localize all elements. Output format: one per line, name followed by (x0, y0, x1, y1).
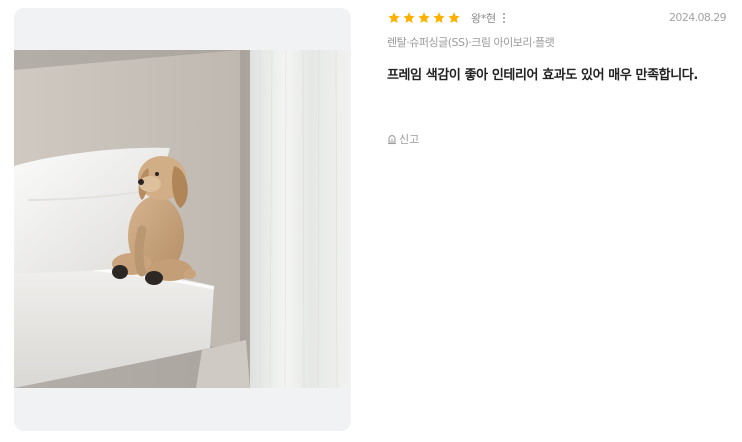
star-icon (432, 11, 446, 25)
review-text: 프레임 색감이 좋아 인테리어 효과도 있어 매우 만족합니다. (387, 68, 698, 83)
review-meta: 왕*현 2024.08.29 (387, 9, 727, 27)
star-icon (387, 11, 401, 25)
review-date: 2024.08.29 (669, 11, 727, 24)
review-body: 왕*현 2024.08.29 렌탈·슈퍼싱글(SS)·크림 아이보리·플랫 프레… (387, 9, 727, 149)
star-rating (387, 11, 461, 25)
report-label: 신고 (399, 133, 420, 146)
review-photo[interactable] (14, 8, 351, 431)
author-name: 왕*현 (471, 12, 496, 25)
star-icon (402, 11, 416, 25)
more-vertical-icon[interactable] (501, 11, 507, 24)
report-button[interactable]: 신고 (387, 131, 419, 147)
star-icon (417, 11, 431, 25)
star-icon (447, 11, 461, 25)
siren-icon (387, 134, 397, 145)
review-photo-image (14, 50, 351, 388)
review-card: 왕*현 2024.08.29 렌탈·슈퍼싱글(SS)·크림 아이보리·플랫 프레… (0, 0, 742, 442)
product-option: 렌탈·슈퍼싱글(SS)·크림 아이보리·플랫 (387, 36, 555, 49)
